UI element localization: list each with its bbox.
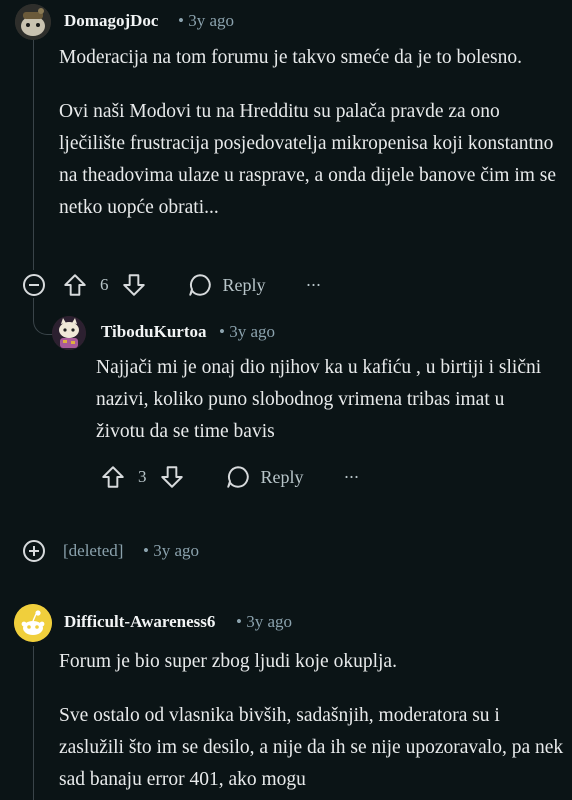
- snoo-avatar-icon: [15, 4, 51, 40]
- time-ago: 3y ago: [153, 541, 199, 560]
- comment-actions: 6 Reply ···: [62, 270, 322, 300]
- upvote-button[interactable]: [100, 464, 126, 490]
- reply-button[interactable]: Reply: [187, 272, 266, 298]
- reply-label: Reply: [260, 466, 304, 487]
- comment-body: Najjači mi je onaj dio njihov ka u kafić…: [96, 352, 556, 448]
- meta-separator: •: [219, 322, 225, 341]
- deleted-username: [deleted]: [63, 541, 124, 560]
- time-ago: 3y ago: [229, 322, 275, 341]
- comment-paragraph: Najjači mi je onaj dio njihov ka u kafić…: [96, 357, 542, 442]
- time-ago: 3y ago: [246, 612, 292, 631]
- reply-label: Reply: [222, 274, 266, 295]
- comment-paragraph: Ovi naši Modovi tu na Hredditu su palača…: [59, 101, 557, 218]
- time-ago: 3y ago: [188, 11, 234, 30]
- meta-separator: •: [236, 612, 242, 631]
- snoo-default-avatar-icon: [14, 604, 52, 642]
- comment-paragraph: Forum je bio super zbog ljudi koje okupl…: [59, 651, 397, 672]
- reply-button[interactable]: Reply: [225, 464, 304, 490]
- avatar[interactable]: [15, 4, 51, 40]
- thread-elbow: [33, 312, 54, 335]
- comment-body: Forum je bio super zbog ljudi koje okupl…: [59, 646, 565, 796]
- meta-separator: •: [178, 11, 184, 30]
- avatar[interactable]: [52, 316, 86, 350]
- downvote-button[interactable]: [121, 272, 147, 298]
- speech-bubble-icon: [188, 274, 211, 296]
- comment-timestamp: • 3y ago: [178, 11, 234, 31]
- comment-actions: 3 Reply ···: [100, 462, 360, 492]
- vote-count: 3: [138, 467, 147, 486]
- comment-timestamp: • 3y ago: [236, 612, 292, 632]
- plus-circle-icon-vertical: [33, 546, 35, 556]
- speech-bubble-icon: [226, 466, 249, 488]
- downvote-button[interactable]: [159, 464, 185, 490]
- username[interactable]: DomagojDoc: [64, 11, 158, 31]
- thread-line: [33, 40, 34, 270]
- thread-line: [33, 646, 34, 800]
- username[interactable]: TiboduKurtoa: [101, 322, 207, 342]
- minus-circle-icon: [29, 284, 39, 286]
- comment-paragraph: Moderacija na tom forumu je takvo smeće …: [59, 47, 522, 68]
- vote-count: 6: [100, 275, 109, 294]
- arrow-down-icon: [122, 274, 145, 296]
- arrow-up-icon: [64, 274, 86, 296]
- snoo-avatar-icon: [52, 316, 86, 350]
- more-options-button[interactable]: ···: [344, 467, 360, 488]
- comment-paragraph: Sve ostalo od vlasnika bivših, sadašnjih…: [59, 705, 564, 790]
- collapse-thread-button[interactable]: [23, 274, 45, 296]
- meta-separator: •: [143, 541, 149, 560]
- comment-timestamp: • 3y ago: [219, 322, 275, 342]
- expand-thread-button[interactable]: [23, 540, 45, 562]
- upvote-button[interactable]: [62, 272, 88, 298]
- comment-timestamp: • 3y ago: [143, 541, 199, 561]
- arrow-up-icon: [102, 466, 124, 488]
- username[interactable]: Difficult-Awareness6: [64, 612, 215, 632]
- avatar[interactable]: [14, 604, 52, 642]
- arrow-down-icon: [160, 466, 183, 488]
- more-options-button[interactable]: ···: [306, 275, 322, 296]
- comment-body: Moderacija na tom forumu je takvo smeće …: [59, 42, 559, 224]
